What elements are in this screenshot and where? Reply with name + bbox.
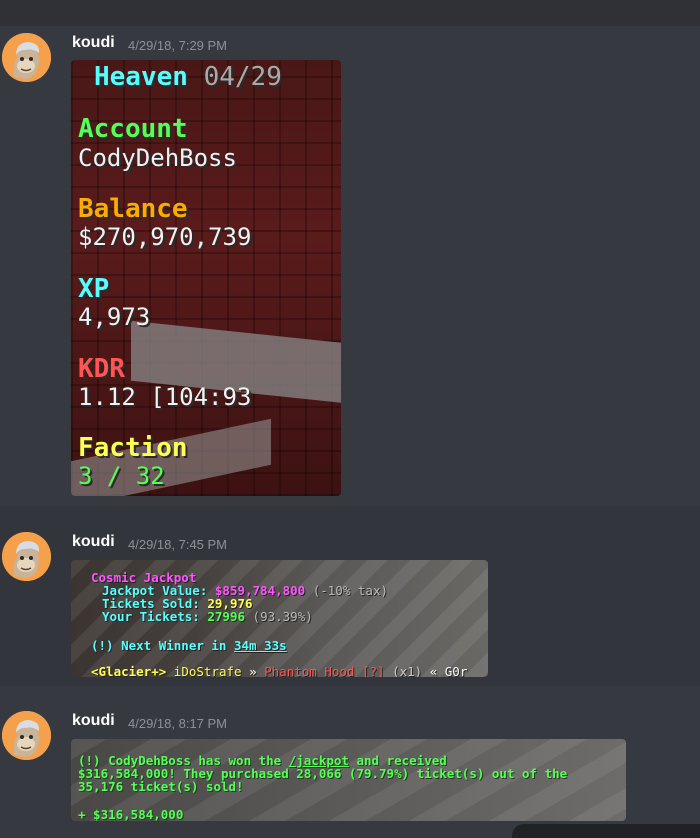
balance-value: $270,970,739 bbox=[78, 223, 252, 251]
avatar-ape-icon bbox=[2, 33, 51, 82]
scoreboard-screenshot[interactable]: Heaven 04/29 Account CodyDehBoss Balance… bbox=[71, 60, 341, 496]
server-name: Heaven bbox=[94, 62, 188, 92]
channel-top-bar bbox=[0, 0, 700, 26]
avatar[interactable] bbox=[2, 33, 51, 82]
chat-qty: (x1) bbox=[392, 664, 423, 677]
your-tickets-label: Your Tickets: bbox=[102, 609, 200, 624]
timestamp: 4/29/18, 7:29 PM bbox=[128, 38, 228, 53]
xp-value: 4,973 bbox=[78, 303, 151, 331]
timestamp: 4/29/18, 7:45 PM bbox=[128, 537, 228, 552]
avatar[interactable] bbox=[2, 711, 51, 760]
your-tickets-pct: (93.39%) bbox=[252, 609, 313, 624]
next-winner-row: (!) Next Winner in 34m 33s bbox=[91, 638, 287, 653]
faction-value: 3 / 32 bbox=[78, 462, 165, 490]
avatar-ape-icon bbox=[2, 711, 51, 760]
win-line-4: + $316,584,000 bbox=[78, 807, 184, 821]
author-name[interactable]: koudi bbox=[72, 533, 115, 551]
chat-player: iDoStrafe bbox=[173, 664, 242, 677]
jump-to-present-bar[interactable] bbox=[512, 824, 700, 838]
your-tickets-value: 27996 bbox=[207, 609, 246, 624]
scoreboard-title: Heaven 04/29 bbox=[94, 62, 282, 92]
jackpot-tax: (-10% tax) bbox=[312, 583, 388, 598]
next-winner-prefix: (!) Next Winner in bbox=[91, 638, 227, 653]
scoreboard-date: 04/29 bbox=[203, 62, 282, 92]
balance-header: Balance bbox=[78, 194, 188, 224]
avatar-ape-icon bbox=[2, 532, 51, 581]
faction-header: Faction bbox=[78, 433, 188, 463]
avatar[interactable] bbox=[2, 532, 51, 581]
kdr-header: KDR bbox=[78, 354, 125, 384]
xp-header: XP bbox=[78, 274, 110, 304]
chat-rank: <Glacier+> bbox=[91, 664, 167, 677]
chat-item: Phantom Hood [?] bbox=[264, 664, 385, 677]
chat-separator: » bbox=[249, 664, 257, 677]
author-name[interactable]: koudi bbox=[72, 712, 115, 730]
kdr-value: 1.12 [104:93 bbox=[78, 383, 252, 411]
chat-line: <Glacier+> iDoStrafe » Phantom Hood [?] … bbox=[91, 664, 467, 677]
account-value: CodyDehBoss bbox=[78, 144, 237, 172]
chat-tail: « G0r bbox=[429, 664, 468, 677]
next-winner-time: 34m 33s bbox=[234, 638, 287, 653]
jackpot-screenshot[interactable]: Cosmic Jackpot Jackpot Value: $859,784,8… bbox=[71, 560, 488, 677]
your-tickets-row: Your Tickets: 27996 (93.39%) bbox=[102, 609, 313, 624]
jackpot-win-screenshot[interactable]: (!) CodyDehBoss has won the /jackpot and… bbox=[71, 739, 626, 821]
win-line-3: 35,176 ticket(s) sold! bbox=[78, 779, 244, 794]
author-name[interactable]: koudi bbox=[72, 34, 115, 52]
account-header: Account bbox=[78, 114, 188, 144]
timestamp: 4/29/18, 8:17 PM bbox=[128, 716, 228, 731]
